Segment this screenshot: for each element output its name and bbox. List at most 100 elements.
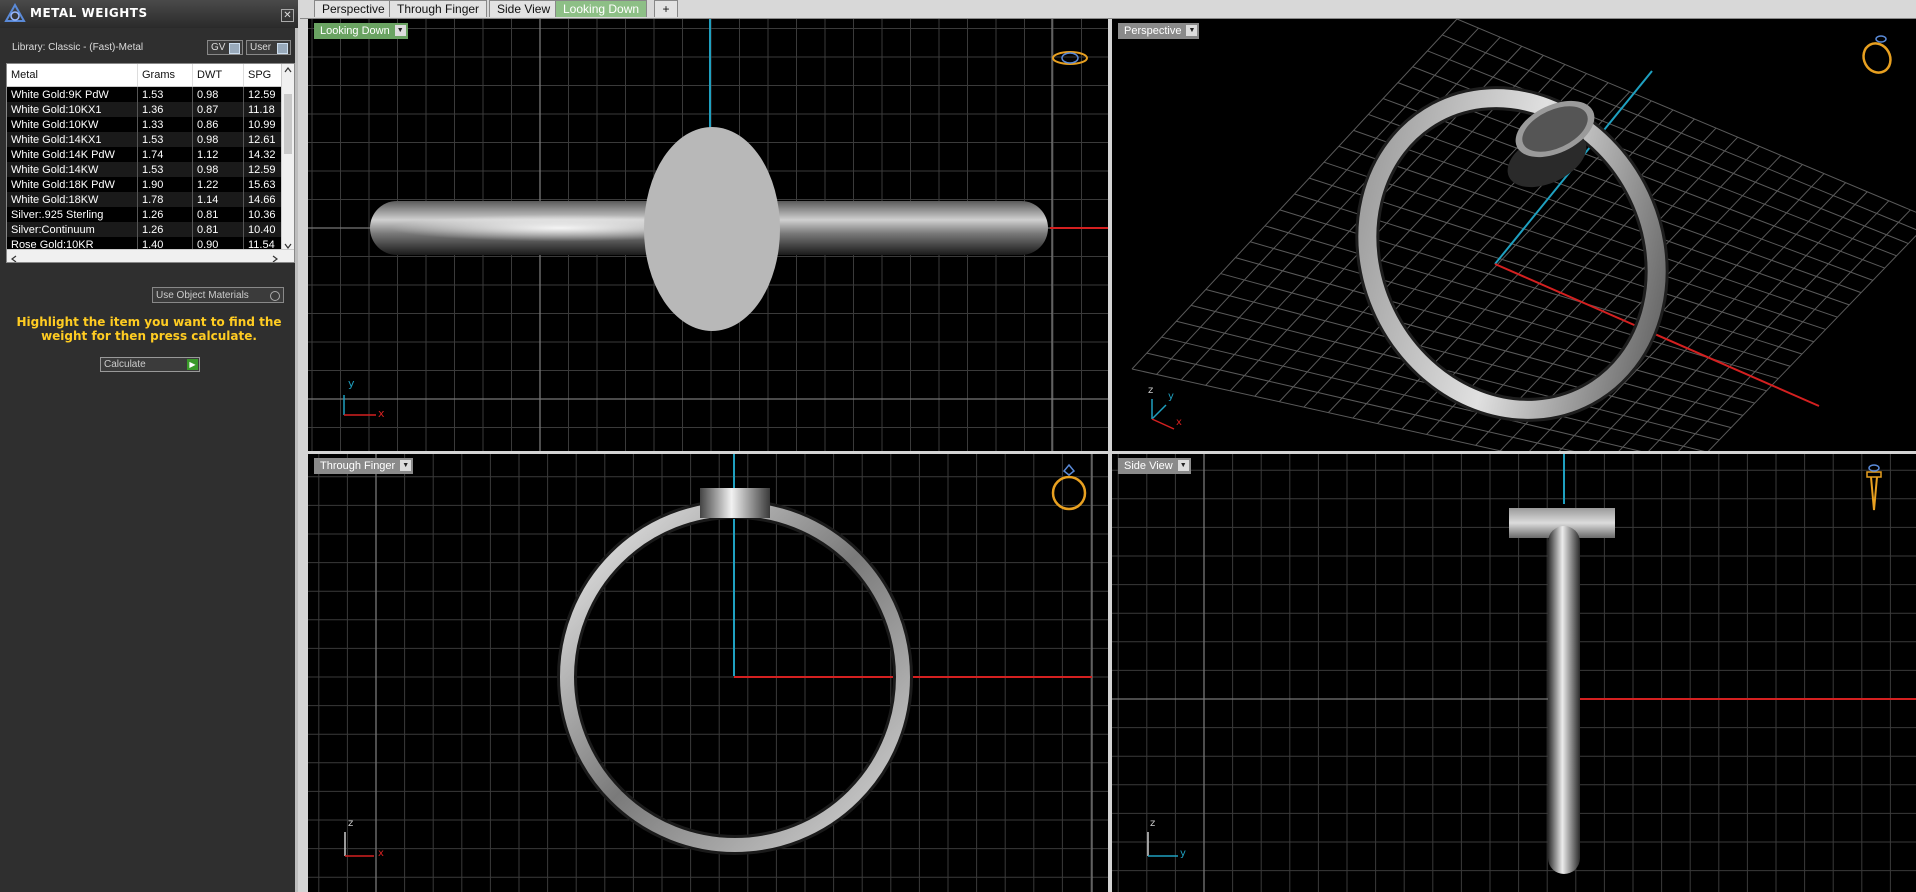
viewport-label-text: Side View	[1124, 460, 1173, 472]
table-row[interactable]: White Gold:18KW 1.78 1.14 14.66	[7, 192, 282, 207]
through-finger-scene	[308, 454, 1108, 892]
cell-metal: White Gold:14KW	[7, 162, 138, 177]
cell-spg: 14.32	[243, 147, 282, 162]
column-header-grams[interactable]: Grams	[137, 64, 193, 87]
cell-grams: 1.74	[137, 147, 193, 162]
gv-toggle-label: GV	[211, 42, 226, 53]
ring-shank	[1548, 526, 1580, 874]
ring-perspective-icon[interactable]	[1857, 31, 1897, 77]
viewport-label-text: Through Finger	[320, 460, 396, 472]
cell-metal: White Gold:9K PdW	[7, 86, 138, 102]
column-header-spg[interactable]: SPG	[243, 64, 282, 87]
viewport-through-finger[interactable]: z x Through Finger ▼	[308, 454, 1108, 892]
use-object-materials-button[interactable]: Use Object Materials	[152, 287, 284, 303]
cell-metal: White Gold:10KW	[7, 117, 138, 132]
calculate-button[interactable]: Calculate ▶	[100, 357, 200, 372]
table-row[interactable]: Silver:.925 Sterling 1.26 0.81 10.36	[7, 207, 282, 222]
table-vertical-scrollbar[interactable]	[281, 64, 294, 262]
ring-top-view-icon[interactable]	[1050, 49, 1090, 67]
cell-metal: Silver:.925 Sterling	[7, 207, 138, 222]
viewport-looking-down[interactable]: y x Looking Down ▼	[308, 19, 1108, 451]
axis-label-x: x	[378, 848, 384, 859]
ring-front-view-icon[interactable]	[1048, 462, 1090, 514]
cell-grams: 1.53	[137, 162, 193, 177]
column-header-dwt[interactable]: DWT	[192, 64, 244, 87]
tab-side-view[interactable]: Side View	[489, 0, 559, 17]
cell-metal: White Gold:18KW	[7, 192, 138, 207]
cell-grams: 1.53	[137, 86, 193, 102]
axis-label-y: y	[1168, 391, 1174, 402]
looking-down-scene	[308, 19, 1108, 451]
close-icon[interactable]: ✕	[281, 9, 294, 22]
viewport-label-text: Looking Down	[320, 25, 390, 37]
column-header-metal[interactable]: Metal	[7, 64, 138, 87]
checkbox-icon	[277, 43, 288, 54]
add-tab-icon[interactable]: +	[654, 0, 678, 17]
cell-grams: 1.36	[137, 102, 193, 117]
dropdown-arrow-icon[interactable]: ▼	[1177, 460, 1189, 471]
cell-dwt: 0.98	[192, 162, 244, 177]
instructions-text: Highlight the item you want to find the …	[16, 315, 282, 343]
viewport-label-perspective[interactable]: Perspective ▼	[1118, 23, 1200, 39]
app-logo-icon	[4, 3, 26, 22]
table-row[interactable]: White Gold:10KX1 1.36 0.87 11.18	[7, 102, 282, 117]
cell-dwt: 0.87	[192, 102, 244, 117]
cell-spg: 10.36	[243, 207, 282, 222]
scrollbar-arrows	[11, 255, 278, 262]
dropdown-arrow-icon[interactable]: ▼	[1186, 25, 1198, 36]
table-horizontal-scrollbar[interactable]	[7, 249, 294, 262]
tab-through-finger[interactable]: Through Finger	[389, 0, 488, 17]
cell-metal: White Gold:14KX1	[7, 132, 138, 147]
viewport-label-looking-down[interactable]: Looking Down ▼	[314, 23, 408, 39]
cell-spg: 10.99	[243, 117, 282, 132]
viewport-label-side-view[interactable]: Side View ▼	[1118, 458, 1191, 474]
metal-weights-table[interactable]: Metal Grams DWT SPG White Gold:9K PdW 1.5…	[6, 63, 295, 263]
table-row[interactable]: White Gold:14KW 1.53 0.98 12.59	[7, 162, 282, 177]
tab-looking-down[interactable]: Looking Down	[555, 0, 648, 17]
viewport-label-through-finger[interactable]: Through Finger ▼	[314, 458, 414, 474]
cell-spg: 12.59	[243, 162, 282, 177]
axis-gizmo	[344, 832, 374, 857]
cell-grams: 1.78	[137, 192, 193, 207]
cell-grams: 1.33	[137, 117, 193, 132]
cell-grams: 1.53	[137, 132, 193, 147]
viewport-side-view[interactable]: z y Side View ▼	[1112, 454, 1916, 892]
scrollbar-arrows	[284, 67, 292, 249]
cell-dwt: 1.12	[192, 147, 244, 162]
cell-dwt: 0.98	[192, 86, 244, 102]
viewport-perspective[interactable]: z y x Perspective ▼	[1112, 19, 1916, 451]
panel-titlebar[interactable]: METAL WEIGHTS ✕	[0, 0, 298, 28]
table-row[interactable]: White Gold:10KW 1.33 0.86 10.99	[7, 117, 282, 132]
tab-perspective[interactable]: Perspective	[314, 0, 393, 17]
cell-spg: 12.61	[243, 132, 282, 147]
dropdown-arrow-icon[interactable]: ▼	[394, 25, 406, 36]
axis-gizmo	[1147, 832, 1178, 857]
table-row[interactable]: White Gold:18K PdW 1.90 1.22 15.63	[7, 177, 282, 192]
table-row[interactable]: Silver:Continuum 1.26 0.81 10.40	[7, 222, 282, 237]
cell-metal: White Gold:10KX1	[7, 102, 138, 117]
axis-label-x: x	[1176, 417, 1182, 428]
ring-side-view-icon[interactable]	[1862, 462, 1886, 514]
axis-label-z: z	[348, 818, 354, 829]
user-toggle[interactable]: User	[246, 40, 291, 55]
side-view-scene	[1112, 454, 1916, 892]
axis-label-z: z	[1148, 385, 1154, 396]
perspective-scene	[1131, 19, 1916, 451]
table-row[interactable]: White Gold:14K PdW 1.74 1.12 14.32	[7, 147, 282, 162]
dropdown-arrow-icon[interactable]: ▼	[400, 460, 412, 471]
gv-toggle[interactable]: GV	[207, 40, 243, 55]
cell-dwt: 0.98	[192, 132, 244, 147]
axis-label-z: z	[1150, 818, 1156, 829]
user-toggle-label: User	[250, 42, 272, 53]
cell-dwt: 0.86	[192, 117, 244, 132]
library-label: Library: Classic - (Fast)-Metal	[12, 42, 144, 53]
table-row[interactable]: White Gold:9K PdW 1.53 0.98 12.59	[7, 86, 282, 102]
cell-metal: White Gold:14K PdW	[7, 147, 138, 162]
table-row[interactable]: White Gold:14KX1 1.53 0.98 12.61	[7, 132, 282, 147]
metal-weights-panel: METAL WEIGHTS ✕ Library: Classic - (Fast…	[0, 0, 298, 892]
cell-dwt: 0.81	[192, 222, 244, 237]
panel-title: METAL WEIGHTS	[30, 6, 148, 20]
use-object-materials-label: Use Object Materials	[156, 290, 249, 301]
calculate-label: Calculate	[104, 359, 146, 370]
axis-label-y: y	[348, 377, 355, 390]
